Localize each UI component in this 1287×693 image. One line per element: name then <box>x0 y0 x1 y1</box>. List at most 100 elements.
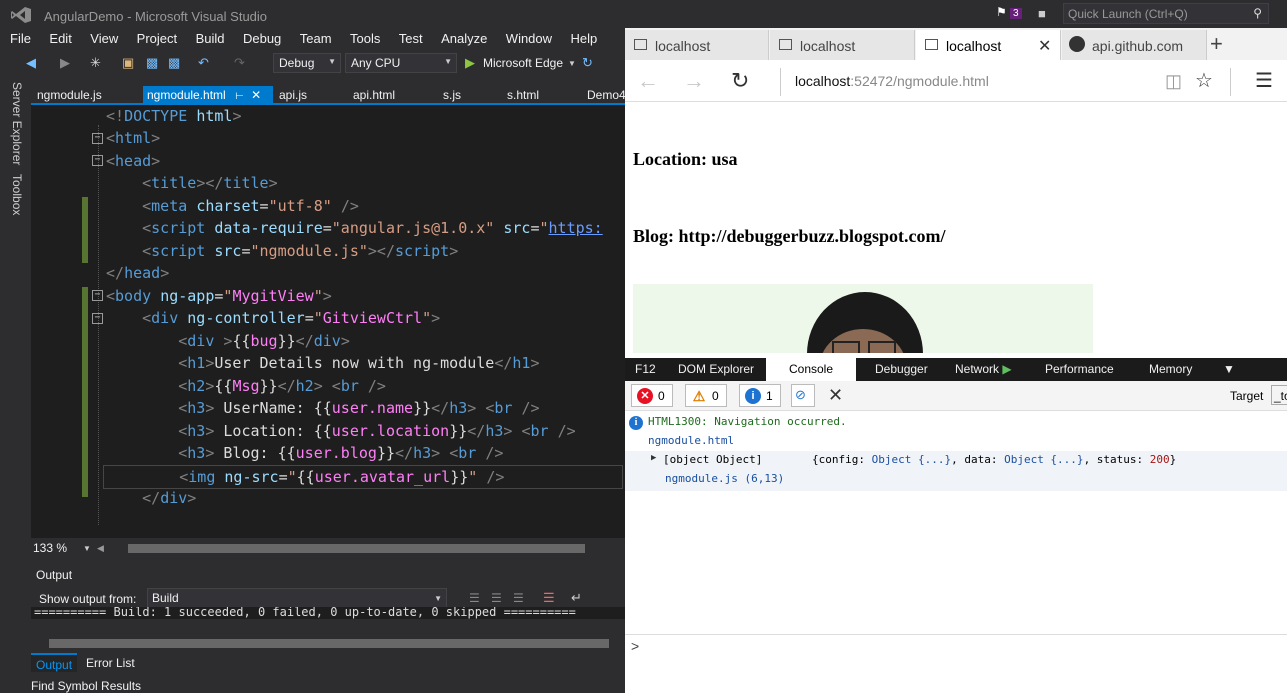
favorite-star-icon[interactable]: ☆ <box>1195 68 1213 93</box>
clear-console-icon[interactable]: ✕ <box>828 385 843 406</box>
forward-icon[interactable]: ▶ <box>60 55 70 71</box>
find-symbol-results-tab[interactable]: Find Symbol Results <box>31 679 141 693</box>
console-source-link[interactable]: ngmodule.html <box>648 434 734 447</box>
menu-test[interactable]: Test <box>399 31 423 46</box>
more-tools-icon[interactable]: ▼ <box>1215 358 1243 381</box>
console-prompt: > <box>631 638 640 654</box>
menu-analyze[interactable]: Analyze <box>441 31 487 46</box>
menu-project[interactable]: Project <box>137 31 177 46</box>
browser-tab[interactable]: localhost <box>770 30 915 60</box>
console-output: i HTML1300: Navigation occurred. ngmodul… <box>625 411 1287 631</box>
find-message-icon[interactable]: ☰ <box>469 591 480 605</box>
tab-ngmodule-html[interactable]: ngmodule.html ⊢ ✕ <box>143 86 273 103</box>
hub-menu-icon[interactable]: ☰ <box>1255 68 1273 93</box>
word-wrap-icon[interactable]: ↵ <box>571 590 582 606</box>
editor-horizontal-scrollbar[interactable] <box>128 544 585 553</box>
code-editor[interactable]: − − − − <!DOCTYPE html> <html> <head> <t… <box>31 105 625 538</box>
run-target-button[interactable]: Microsoft Edge <box>483 56 563 70</box>
search-icon: ⚲ <box>1253 6 1262 20</box>
page-icon <box>925 39 938 50</box>
close-tab-icon[interactable]: ✕ <box>1038 36 1051 56</box>
fold-toggle-icon[interactable]: − <box>92 155 103 166</box>
menu-team[interactable]: Team <box>300 31 332 46</box>
info-filter-toggle[interactable]: i 1 <box>739 384 781 407</box>
tab-console[interactable]: Console <box>766 358 856 381</box>
forward-arrow-icon[interactable]: → <box>683 68 705 94</box>
back-arrow-icon[interactable]: ← <box>637 68 659 94</box>
expand-arrow-icon[interactable]: ▶ <box>651 453 656 463</box>
clear-on-navigate-toggle[interactable]: ⊘ <box>791 384 815 407</box>
new-tab-icon[interactable]: + <box>1210 31 1223 57</box>
output-source-select[interactable]: Build ▼ <box>147 588 447 608</box>
start-icon[interactable]: ▶ <box>465 55 475 71</box>
code-line: <body ng-app="MygitView"> <box>106 287 332 305</box>
server-explorer-tab[interactable]: Server Explorer <box>10 82 24 165</box>
fold-toggle-icon[interactable]: − <box>92 133 103 144</box>
open-icon[interactable]: ▣ <box>122 55 134 71</box>
zoom-level-select[interactable]: 133 % <box>33 541 67 555</box>
save-all-icon[interactable]: ▩ <box>168 55 180 71</box>
new-project-icon[interactable]: ✳ <box>90 55 101 71</box>
platform-select[interactable]: Any CPU ▼ <box>345 53 457 73</box>
menu-build[interactable]: Build <box>196 31 225 46</box>
menu-file[interactable]: File <box>10 31 31 46</box>
browser-tab[interactable]: api.github.com <box>1062 30 1207 60</box>
warning-filter-toggle[interactable]: ⚠ 0 <box>685 384 727 407</box>
zoom-dropdown-icon[interactable]: ▼ <box>83 544 91 553</box>
menu-view[interactable]: View <box>90 31 118 46</box>
output-horizontal-scrollbar[interactable] <box>49 639 609 648</box>
error-count: 0 <box>658 389 665 403</box>
code-line: <div ng-controller="GitviewCtrl"> <box>142 309 441 327</box>
target-select[interactable]: _to <box>1271 385 1287 405</box>
fold-toggle-icon[interactable]: − <box>92 290 103 301</box>
refresh-icon[interactable]: ↻ <box>731 68 749 94</box>
redo-icon[interactable]: ↷ <box>234 55 245 71</box>
obj-text: } <box>1169 453 1177 466</box>
blog-heading: Blog: http://debuggerbuzz.blogspot.com/ <box>633 226 946 246</box>
console-input[interactable]: > <box>625 634 1287 660</box>
menu-window[interactable]: Window <box>506 31 552 46</box>
refresh-icon[interactable]: ↻ <box>582 55 593 71</box>
prev-message-icon[interactable]: ☰ <box>491 591 502 605</box>
tab-ngmodule-js[interactable]: ngmodule.js <box>33 86 106 103</box>
tab-api-html[interactable]: api.html <box>349 86 399 103</box>
undo-icon[interactable]: ↶ <box>198 55 209 71</box>
status-value: 200 <box>1149 453 1170 466</box>
close-tab-icon[interactable]: ✕ <box>251 88 261 102</box>
tab-s-js[interactable]: s.js <box>439 86 465 103</box>
tab-api-js[interactable]: api.js <box>275 86 311 103</box>
next-message-icon[interactable]: ☰ <box>513 591 524 605</box>
tab-memory[interactable]: Memory <box>1141 358 1200 381</box>
solution-config-select[interactable]: Debug ▼ <box>273 53 341 73</box>
tab-error-list[interactable]: Error List <box>81 653 140 672</box>
run-target-dropdown-icon[interactable]: ▼ <box>568 59 576 68</box>
tab-performance[interactable]: Performance <box>1037 358 1122 381</box>
menu-debug[interactable]: Debug <box>243 31 281 46</box>
tab-s-html[interactable]: s.html <box>503 86 543 103</box>
menu-edit[interactable]: Edit <box>49 31 71 46</box>
scroll-left-icon[interactable]: ◀ <box>97 543 104 554</box>
object-label[interactable]: [object Object] <box>663 453 762 466</box>
quick-launch-input[interactable]: Quick Launch (Ctrl+Q) ⚲ <box>1063 3 1269 24</box>
reading-view-icon[interactable]: ◫ <box>1165 71 1182 92</box>
console-source-link[interactable]: ngmodule.js (6,13) <box>665 472 784 485</box>
feedback-icon[interactable]: ■ <box>1038 6 1046 21</box>
save-icon[interactable]: ▩ <box>146 55 158 71</box>
tab-debugger[interactable]: Debugger <box>867 358 936 381</box>
browser-tab[interactable]: localhost <box>625 30 769 60</box>
fold-toggle-icon[interactable]: − <box>92 313 103 324</box>
tab-network[interactable]: Network ▶ <box>947 358 1020 381</box>
browser-tab-active[interactable]: localhost ✕ <box>916 30 1061 60</box>
menu-tools[interactable]: Tools <box>350 31 380 46</box>
tab-dom-explorer[interactable]: DOM Explorer <box>670 358 762 381</box>
address-bar[interactable]: localhost:52472/ngmodule.html <box>795 73 989 89</box>
back-icon[interactable]: ◀ <box>26 55 36 71</box>
clear-all-icon[interactable]: ☰ <box>543 590 555 606</box>
tab-demo4[interactable]: Demo4 <box>583 86 630 103</box>
pin-icon[interactable]: ⊢ <box>235 91 244 102</box>
error-filter-toggle[interactable]: ✕ 0 <box>631 384 673 407</box>
tab-output[interactable]: Output <box>31 653 78 672</box>
menu-help[interactable]: Help <box>571 31 598 46</box>
notification-flag-icon[interactable]: ⚑ <box>996 5 1007 19</box>
toolbox-tab[interactable]: Toolbox <box>10 174 24 215</box>
